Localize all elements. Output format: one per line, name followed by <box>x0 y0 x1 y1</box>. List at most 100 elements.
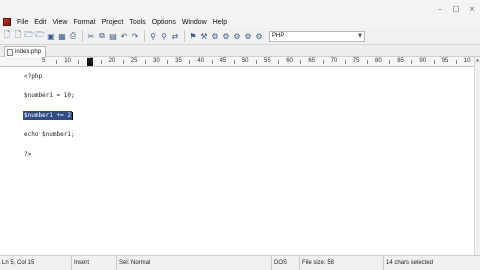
ruler-label: 10 <box>64 58 71 64</box>
bookmark-icon[interactable]: ⚑ <box>188 31 198 41</box>
new-file-icon[interactable]: 🗋 <box>13 30 23 41</box>
window-controls: – □ × <box>436 5 476 13</box>
ruler-tick <box>233 60 235 64</box>
redo-icon[interactable]: ↷ <box>130 31 140 41</box>
ruler-tick <box>167 60 169 64</box>
ruler-tick <box>144 60 146 64</box>
ruler: 5 10 15 20 25 30 35 40 45 50 55 60 65 70 75 80 85 90 95 10 <box>0 57 474 67</box>
open-folder-icon[interactable]: 🗁 <box>24 30 34 41</box>
scroll-up-icon[interactable]: ▲ <box>475 57 480 63</box>
status-selection: 14 chars selected <box>386 260 434 266</box>
menu-tools[interactable]: Tools <box>126 19 148 26</box>
ruler-label: 90 <box>419 58 427 64</box>
ruler-tick <box>100 60 102 64</box>
toolbar-separator <box>144 30 145 42</box>
ruler-tick <box>411 60 413 64</box>
paste-icon[interactable]: ▤ <box>108 31 118 41</box>
ruler-label: 30 <box>153 58 160 64</box>
tab-label: index.php <box>15 49 42 55</box>
ruler-tick <box>278 60 280 64</box>
ruler-tick <box>211 60 213 64</box>
ruler-label: 25 <box>130 58 138 64</box>
code-line-selected: $number1 += 2; <box>24 112 75 119</box>
ruler-tick <box>300 60 302 64</box>
toolbar-separator <box>82 30 83 42</box>
status-mode: Insert <box>72 256 117 270</box>
menu-edit[interactable]: Edit <box>31 19 49 26</box>
ruler-label: 60 <box>286 58 293 64</box>
menu-options[interactable]: Options <box>149 19 179 26</box>
ruler-label: 50 <box>241 58 249 64</box>
undo-icon[interactable]: ↶ <box>119 31 129 41</box>
user-tool-icon[interactable]: ⚙ <box>243 31 253 41</box>
code-editor[interactable]: <?php $number1 = 10; $number1 += 2; echo… <box>0 67 474 255</box>
menu-bar: File Edit View Format Project Tools Opti… <box>0 16 480 28</box>
ruler-tick <box>344 60 346 64</box>
cut-icon[interactable]: ✂ <box>86 31 96 41</box>
close-icon[interactable]: × <box>468 5 476 13</box>
user-tool-icon[interactable]: ⚙ <box>254 31 264 41</box>
ruler-label: 40 <box>197 58 205 64</box>
ruler-label: 20 <box>108 58 116 64</box>
menu-help[interactable]: Help <box>210 19 230 26</box>
ruler-tick <box>455 60 457 64</box>
ruler-label: 15 <box>86 58 94 64</box>
ruler-label: 80 <box>375 58 382 64</box>
user-tool-icon[interactable]: ⚙ <box>221 31 231 41</box>
ruler-label: 55 <box>264 58 271 64</box>
find-icon[interactable]: ⚲ <box>148 31 158 41</box>
text-caret <box>72 112 73 120</box>
replace-icon[interactable]: ⇄ <box>170 31 180 41</box>
tool-icon[interactable]: ⚒ <box>199 31 209 41</box>
open-folder-icon[interactable]: 🗁 <box>35 30 45 41</box>
ruler-tick <box>366 60 368 64</box>
file-icon <box>7 48 13 56</box>
ruler-label: 95 <box>441 58 449 64</box>
save-all-icon[interactable]: ▦ <box>57 31 67 41</box>
editor-window: – □ × File Edit View Format Project Tool… <box>0 0 480 270</box>
tab-index-php[interactable]: index.php <box>4 46 46 57</box>
ruler-tick <box>189 60 191 64</box>
new-file-icon[interactable]: 🗋 <box>2 30 12 41</box>
ruler-label: 65 <box>308 58 316 64</box>
ruler-tick <box>78 60 80 64</box>
toolbar-separator <box>184 30 185 42</box>
ruler-label: 35 <box>175 58 182 64</box>
menu-view[interactable]: View <box>49 19 70 26</box>
app-logo-icon[interactable] <box>3 18 11 26</box>
status-bar: Ln 5, Col 15 Insert Sel: Normal DOS File… <box>0 255 480 270</box>
status-position: Ln 5, Col 15 <box>0 256 72 270</box>
status-file-size: File size: 58 <box>300 256 384 270</box>
code-line: ?> <box>24 151 32 158</box>
ruler-label: 45 <box>219 58 227 64</box>
vertical-scrollbar[interactable]: ▲ <box>474 57 480 255</box>
menu-file[interactable]: File <box>14 19 31 26</box>
menu-window[interactable]: Window <box>179 19 210 26</box>
toolbar: 🗋 🗋 🗁 🗁 ▣ ▦ ⎙ ✂ ⧉ ▤ ↶ ↷ ⚲ ⚲ ⇄ ⚑ ⚒ ⚙ ⚙ ⚙ … <box>0 28 480 45</box>
save-icon[interactable]: ▣ <box>46 31 56 41</box>
find-in-files-icon[interactable]: ⚲ <box>159 31 169 41</box>
ruler-label: 85 <box>397 58 404 64</box>
print-icon[interactable]: ⎙ <box>68 31 78 41</box>
code-line: <?php <box>24 73 43 80</box>
ruler-label: 70 <box>330 58 338 64</box>
minimize-icon[interactable]: – <box>436 5 444 13</box>
status-syntax: Sel: Normal <box>117 256 272 270</box>
ruler-label: 75 <box>352 58 360 64</box>
title-bar: – □ × <box>0 0 480 16</box>
menu-project[interactable]: Project <box>99 19 127 26</box>
ruler-tick <box>255 60 257 64</box>
restore-icon[interactable]: □ <box>452 5 460 13</box>
syntax-dropdown[interactable]: PHP ▼ <box>269 30 365 42</box>
syntax-value: PHP <box>272 33 285 39</box>
ruler-label: 10 <box>463 58 471 64</box>
user-tool-icon[interactable]: ⚙ <box>232 31 242 41</box>
ruler-tick <box>389 60 391 64</box>
ruler-tick <box>322 60 324 64</box>
chevron-down-icon[interactable]: ▼ <box>358 33 362 39</box>
user-tool-icon[interactable]: ⚙ <box>210 31 220 41</box>
copy-icon[interactable]: ⧉ <box>97 31 107 41</box>
code-line: $number1 = 10; <box>24 92 75 99</box>
menu-format[interactable]: Format <box>70 19 98 26</box>
ruler-tick <box>433 60 435 64</box>
